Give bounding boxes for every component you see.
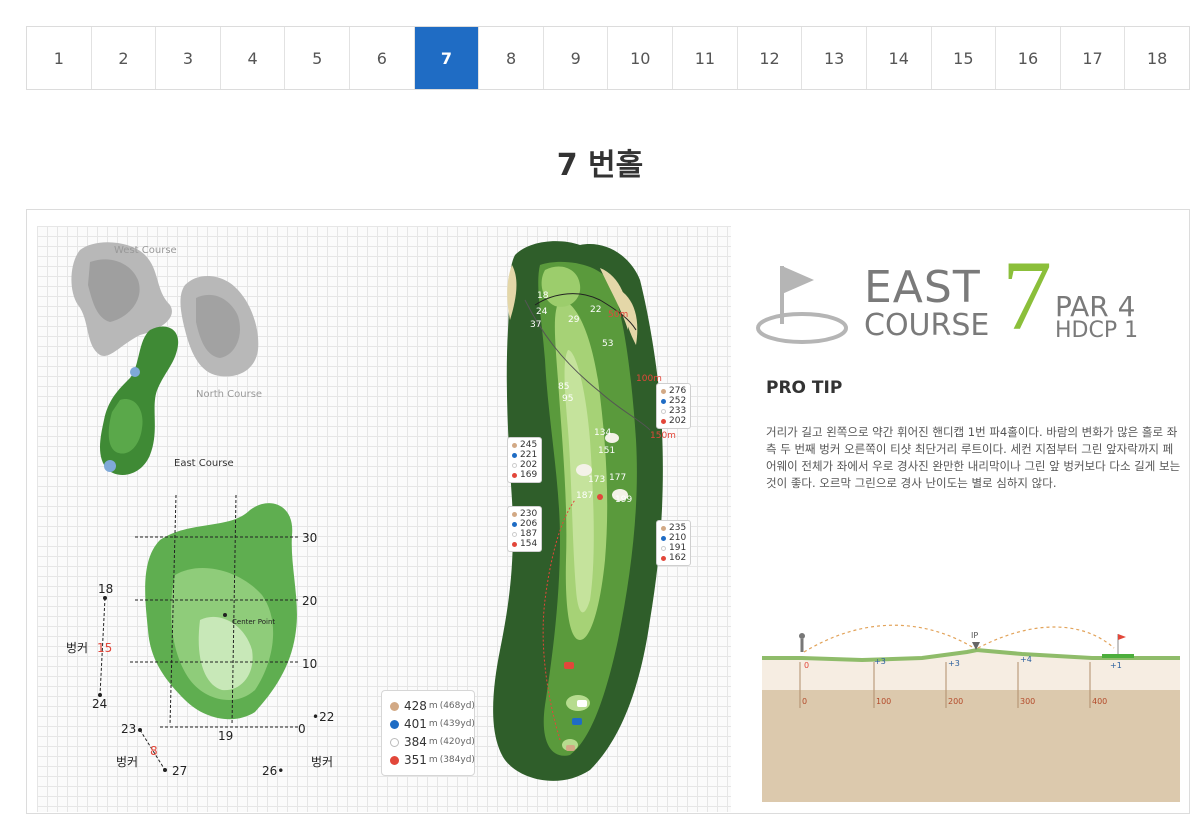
tee-dot-icon — [390, 737, 399, 747]
distance-value: 221 — [520, 450, 538, 460]
tab-hole-11[interactable]: 11 — [673, 27, 738, 89]
tee-dot-icon — [390, 719, 399, 729]
legend-unit: m — [428, 701, 438, 711]
legend-yards: (384yd) — [439, 755, 475, 765]
tab-hole-2[interactable]: 2 — [92, 27, 157, 89]
distance-value: 235 — [669, 523, 687, 533]
legend-meters: 428 — [404, 699, 427, 713]
distance-200: 200 — [948, 697, 963, 706]
tee-dot-icon — [390, 755, 399, 765]
logo-hdcp: HDCP 1 — [1055, 318, 1139, 343]
height-start: 0 — [804, 661, 809, 670]
distance-value: 276 — [669, 386, 687, 396]
tab-hole-14[interactable]: 14 — [867, 27, 932, 89]
elevation-profile: IP 0 +3 +3 +4 +1 0 100 200 300 400 — [762, 622, 1180, 802]
distance-box-upper-right: 276 252 233 202 — [656, 383, 692, 429]
legend-row-white: 384 m (420yd) — [390, 733, 475, 751]
tab-hole-16[interactable]: 16 — [996, 27, 1061, 89]
height-value: +1 — [1110, 661, 1122, 670]
pro-tip-title: PRO TIP — [766, 378, 843, 398]
distance-value: 233 — [669, 406, 687, 416]
legend-yards: (439yd) — [439, 719, 475, 729]
distance-value: 202 — [669, 416, 687, 426]
legend-row-back: 428 m (468yd) — [390, 697, 475, 715]
distance-box-lower-right: 235 210 191 162 — [656, 520, 692, 566]
legend-meters: 401 — [404, 717, 427, 731]
tab-hole-18[interactable]: 18 — [1125, 27, 1189, 89]
distance-400: 400 — [1092, 697, 1107, 706]
height-value: +3 — [948, 659, 960, 668]
hole-tab-bar: 1 2 3 4 5 6 7 8 9 10 11 12 13 14 15 16 1… — [26, 26, 1190, 90]
tab-hole-10[interactable]: 10 — [608, 27, 674, 89]
tab-hole-17[interactable]: 17 — [1061, 27, 1126, 89]
legend-yards: (468yd) — [439, 701, 475, 711]
distance-value: 230 — [520, 509, 538, 519]
distance-value: 187 — [520, 529, 538, 539]
distance-box-mid-left: 245 221 202 169 — [507, 437, 543, 483]
tab-hole-7[interactable]: 7 — [414, 27, 480, 89]
height-value: +3 — [874, 657, 886, 666]
legend-unit: m — [428, 737, 438, 747]
distance-value: 252 — [669, 396, 687, 406]
distance-100: 100 — [876, 697, 891, 706]
legend-row-red: 351 m (384yd) — [390, 751, 475, 769]
distance-0: 0 — [802, 697, 807, 706]
distance-value: 206 — [520, 519, 538, 529]
tab-hole-15[interactable]: 15 — [932, 27, 997, 89]
legend-row-blue: 401 m (439yd) — [390, 715, 475, 733]
logo-course-text: COURSE — [864, 308, 990, 343]
tab-hole-5[interactable]: 5 — [285, 27, 351, 89]
legend-meters: 351 — [404, 753, 427, 767]
ip-label: IP — [971, 631, 978, 640]
legend-unit: m — [428, 755, 438, 765]
tab-hole-1[interactable]: 1 — [27, 27, 92, 89]
tee-dot-icon — [390, 701, 399, 711]
distance-value: 154 — [520, 539, 538, 549]
logo-east-text: EAST — [864, 262, 981, 313]
pro-tip-text: 거리가 길고 왼쪽으로 약간 휘어진 핸디캡 1번 파4홀이다. 바람의 변화가… — [766, 425, 1181, 490]
legend-yards: (420yd) — [439, 737, 475, 747]
distance-value: 210 — [669, 533, 687, 543]
distance-value: 202 — [520, 460, 538, 470]
distance-value: 191 — [669, 543, 687, 553]
distance-box-lower-left: 230 206 187 154 — [507, 506, 543, 552]
legend-meters: 384 — [404, 735, 427, 749]
tab-hole-13[interactable]: 13 — [802, 27, 867, 89]
tab-hole-9[interactable]: 9 — [544, 27, 609, 89]
tab-hole-3[interactable]: 3 — [156, 27, 221, 89]
distance-value: 169 — [520, 470, 538, 480]
tab-hole-6[interactable]: 6 — [350, 27, 415, 89]
tab-hole-12[interactable]: 12 — [738, 27, 803, 89]
distance-value: 162 — [669, 553, 687, 563]
tee-legend: 428 m (468yd) 401 m (439yd) 384 m (420yd) 3… — [381, 690, 475, 776]
legend-unit: m — [428, 719, 438, 729]
height-value: +4 — [1020, 655, 1032, 664]
tab-hole-8[interactable]: 8 — [479, 27, 544, 89]
logo-hole-number: 7 — [1002, 240, 1052, 351]
page-title: 7 번홀 — [556, 148, 644, 183]
tab-hole-4[interactable]: 4 — [221, 27, 286, 89]
golf-flag-icon — [756, 266, 848, 344]
distance-300: 300 — [1020, 697, 1035, 706]
distance-value: 245 — [520, 440, 538, 450]
